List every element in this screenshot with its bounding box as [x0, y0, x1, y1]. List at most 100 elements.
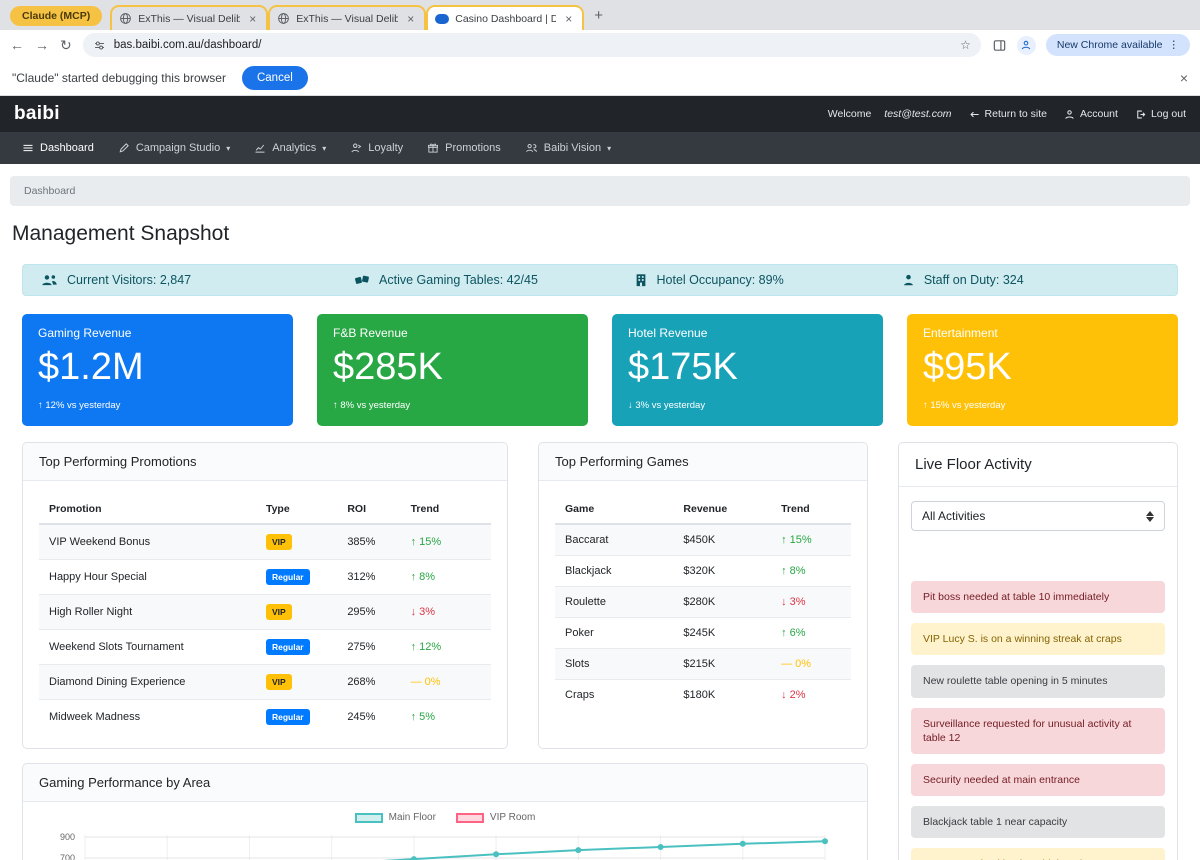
chart-legend: Main Floor VIP Room — [39, 812, 851, 823]
kpi-hotel-revenue: Hotel Revenue $175K ↓ 3% vs yesterday — [612, 314, 883, 426]
type-badge: VIP — [265, 534, 292, 550]
caret-down-icon: ▾ — [607, 143, 612, 153]
kpi-fb-revenue: F&B Revenue $285K ↑ 8% vs yesterday — [317, 314, 588, 426]
activity-feed: Pit boss needed at table 10 immediately … — [899, 531, 1177, 860]
stat-current-visitors: Current Visitors: 2,847 — [41, 273, 354, 287]
infobar-close-icon[interactable]: × — [1180, 70, 1188, 86]
promotions-card: Top Performing Promotions Promotion Type… — [22, 442, 508, 749]
menu-dots-icon[interactable]: ⋮ — [1169, 39, 1180, 51]
url-text: bas.baibi.com.au/dashboard/ — [113, 39, 262, 51]
loyalty-person-icon — [351, 143, 362, 153]
nav-item-loyalty[interactable]: Loyalty — [338, 132, 415, 164]
tab-casino-dashboard[interactable]: Casino Dashboard | Dash × — [426, 5, 585, 30]
trend-value: ↓ 3% — [410, 606, 436, 618]
activity-alert: Pit boss needed at table 10 immediately — [911, 581, 1165, 614]
person-icon — [1065, 109, 1074, 119]
tab-title: Casino Dashboard | Dash — [455, 12, 557, 25]
card-title: Gaming Performance by Area — [23, 764, 867, 802]
tab-exthis-2[interactable]: ExThis — Visual Deliberat × — [268, 5, 427, 30]
kpi-title: Entertainment — [923, 326, 998, 340]
return-to-site-link[interactable]: Return to site — [969, 108, 1047, 120]
site-header: baibi Welcome test@test.com Return to si… — [0, 96, 1200, 132]
kpi-title: F&B Revenue — [333, 326, 408, 340]
legend-swatch — [455, 812, 484, 823]
nav-item-campaign-studio[interactable]: Campaign Studio ▾ — [106, 132, 242, 164]
legend-main-floor[interactable]: Main Floor — [354, 812, 436, 823]
side-panel-icon[interactable] — [992, 38, 1007, 53]
kpi-value: $95K — [923, 346, 1012, 388]
cancel-button[interactable]: Cancel — [241, 65, 308, 90]
trend-value: ↑ 8% — [781, 565, 806, 577]
reload-button[interactable]: ↻ — [60, 38, 72, 52]
account-link[interactable]: Account — [1064, 108, 1118, 120]
tab-close-icon[interactable]: × — [246, 12, 259, 26]
games-card: Top Performing Games Game Revenue Trend — [538, 442, 868, 749]
tab-close-icon[interactable]: × — [562, 12, 575, 26]
trend-value: ↑ 5% — [410, 711, 436, 723]
table-row: Roulette $280K ↓ 3% — [555, 586, 851, 618]
table-row: VIP Weekend Bonus VIP 385% ↑ 15% — [39, 523, 491, 560]
browser-toolbar: ← → ↻ bas.baibi.com.au/dashboard/ ☆ New … — [0, 30, 1200, 60]
forward-button[interactable]: → — [35, 38, 49, 52]
tab-group-claude-mcp[interactable]: Claude (MCP) — [10, 6, 103, 26]
kpi-trend: ↑ 15% vs yesterday — [923, 399, 1006, 411]
profile-avatar[interactable] — [1016, 35, 1036, 55]
trend-value: ↑ 15% — [410, 536, 442, 548]
nav-item-baibi-vision[interactable]: Baibi Vision ▾ — [513, 132, 623, 164]
toolbar-right-cluster: New Chrome available ⋮ — [992, 34, 1190, 56]
trend-value: ↑ 15% — [781, 534, 812, 546]
trend-value: ↑ 12% — [410, 641, 442, 653]
address-bar[interactable]: bas.baibi.com.au/dashboard/ ☆ — [82, 33, 981, 57]
activity-alert: New roulette table opening in 5 minutes — [911, 665, 1165, 698]
activity-alert: VIP patron checking in at high-stakes ar… — [911, 848, 1165, 860]
page-title: Management Snapshot — [12, 222, 230, 245]
tab-exthis-1[interactable]: ExThis — Visual Deliberat × — [110, 5, 269, 30]
type-badge: VIP — [265, 674, 292, 690]
tab-close-icon[interactable]: × — [404, 12, 417, 26]
users-icon — [525, 143, 537, 152]
table-row: Happy Hour Special Regular 312% ↑ 8% — [39, 559, 491, 595]
baibi-logo[interactable]: baibi — [14, 103, 60, 125]
activity-alert: Security needed at main entrance — [911, 763, 1165, 797]
stat-gaming-tables: Active Gaming Tables: 42/45 — [354, 273, 634, 287]
bookmark-star-icon[interactable]: ☆ — [960, 39, 971, 51]
promotions-table: Promotion Type ROI Trend VIP Weekend Bon… — [39, 495, 491, 734]
select-arrows-icon — [1146, 510, 1154, 522]
logout-icon — [1137, 110, 1146, 118]
kpi-title: Hotel Revenue — [628, 326, 708, 340]
debug-infobar: "Claude" started debugging this browser … — [0, 60, 1200, 96]
trend-value: ↑ 6% — [781, 627, 806, 639]
legend-vip-room[interactable]: VIP Room — [455, 812, 535, 823]
nav-item-dashboard[interactable]: Dashboard — [10, 132, 106, 164]
new-tab-button[interactable]: + — [594, 7, 603, 24]
trend-value: — 0% — [781, 658, 812, 670]
logout-link[interactable]: Log out — [1135, 108, 1186, 120]
kpi-gaming-revenue: Gaming Revenue $1.2M ↑ 12% vs yesterday — [22, 314, 293, 426]
type-badge: VIP — [265, 604, 292, 620]
nav-item-promotions[interactable]: Promotions — [415, 132, 513, 164]
dashboard-favicon — [435, 13, 450, 24]
tab-title: ExThis — Visual Deliberat — [296, 12, 399, 25]
person-icon — [903, 274, 913, 286]
breadcrumb: Dashboard — [10, 176, 1190, 206]
browser-tab-strip: Claude (MCP) ExThis — Visual Deliberat ×… — [0, 0, 1200, 30]
table-row: Midweek Madness Regular 245% ↑ 5% — [39, 699, 491, 734]
stat-hotel-occupancy: Hotel Occupancy: 89% — [634, 273, 902, 287]
type-badge: Regular — [265, 569, 310, 585]
chrome-update-chip[interactable]: New Chrome available ⋮ — [1045, 34, 1190, 56]
activity-filter-select[interactable]: All Activities — [911, 501, 1165, 531]
stat-staff-on-duty: Staff on Duty: 324 — [902, 273, 1159, 287]
users-icon — [42, 275, 57, 286]
caret-down-icon: ▾ — [226, 143, 231, 153]
card-title: Top Performing Games — [539, 443, 867, 481]
table-row: Baccarat $450K ↑ 15% — [555, 523, 851, 556]
performance-line-chart: 900700500 — [60, 832, 828, 860]
back-button[interactable]: ← — [10, 38, 24, 52]
nav-item-analytics[interactable]: Analytics ▾ — [242, 132, 338, 164]
site-settings-icon[interactable] — [93, 39, 106, 52]
person-icon — [1022, 40, 1031, 50]
hotel-building-icon — [636, 274, 645, 287]
gift-icon — [428, 143, 439, 153]
globe-icon — [120, 13, 132, 24]
card-title: Top Performing Promotions — [23, 443, 507, 481]
